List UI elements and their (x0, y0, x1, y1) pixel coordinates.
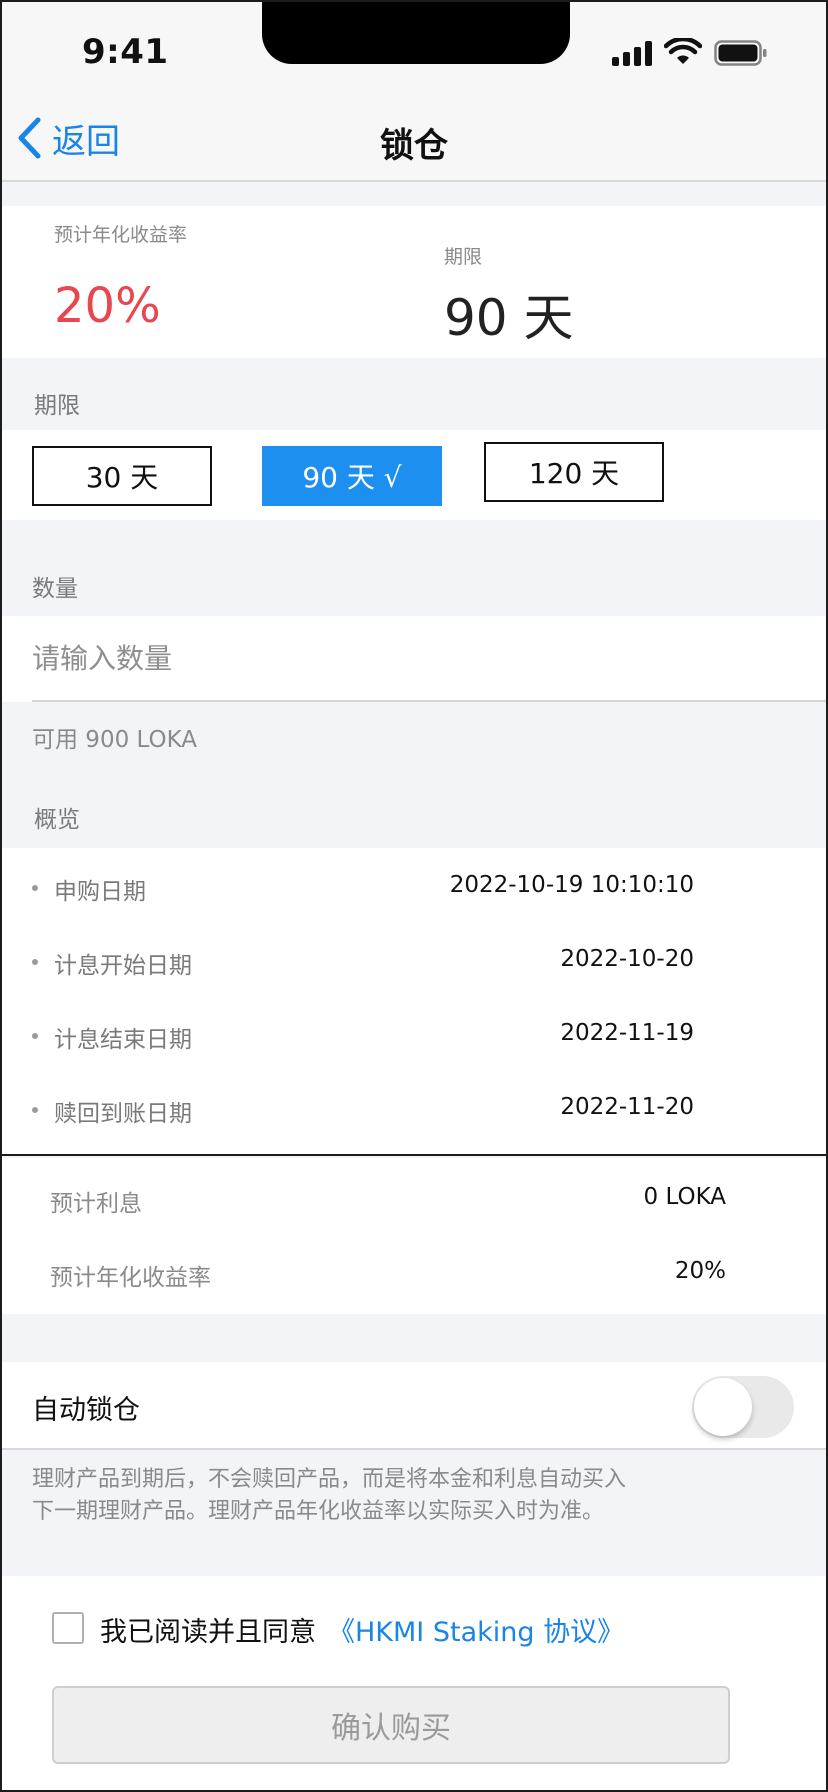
overview-row-redeem-date: 赎回到账日期 2022-11-20 (2, 1090, 826, 1130)
auto-lock-row: 自动锁仓 (2, 1362, 826, 1450)
overview-value: 2022-10-20 (560, 946, 694, 972)
period-option-120[interactable]: 120 天 (484, 442, 664, 502)
estimated-rate-label: 预计年化收益率 (50, 1265, 211, 1291)
app-screen: 9:41 锁仓 返回 预计年化收益率 20% 期限 90 天 期限 30 天 9… (0, 0, 828, 1792)
overview-row-subscribe-date: 申购日期 2022-10-19 10:10:10 (2, 868, 826, 908)
auto-lock-description-line-1: 理财产品到期后，不会赎回产品，而是将本金和利息自动买入 (32, 1467, 627, 1492)
battery-icon (714, 40, 767, 66)
period-option-90[interactable]: 90 天 √ (262, 446, 442, 506)
overview-value: 2022-11-20 (560, 1094, 694, 1120)
auto-lock-description: 理财产品到期后，不会赎回产品，而是将本金和利息自动买入 下一期理财产品。理财产品… (32, 1464, 732, 1528)
agreement-checkbox[interactable] (52, 1612, 84, 1644)
back-button[interactable]: 返回 (16, 116, 120, 162)
summary-card: 预计年化收益率 20% 期限 90 天 (2, 206, 826, 358)
bullet-dot (32, 1107, 38, 1113)
agreement-text: 我已阅读并且同意 (100, 1617, 316, 1648)
quantity-row (2, 616, 826, 702)
auto-lock-description-line-2: 下一期理财产品。理财产品年化收益率以实际买入时为准。 (32, 1499, 605, 1524)
agreement-link[interactable]: 《HKMI Staking 协议》 (328, 1610, 624, 1649)
summary-rate-label: 预计年化收益率 (54, 224, 188, 246)
confirm-purchase-button[interactable]: 确认购买 (52, 1686, 730, 1764)
quantity-input[interactable] (32, 616, 826, 702)
back-label: 返回 (52, 121, 120, 162)
estimated-interest-label: 预计利息 (50, 1191, 142, 1217)
overview-value: 2022-10-19 10:10:10 (449, 872, 694, 898)
period-options: 30 天 90 天 √ 120 天 (2, 430, 826, 520)
summary-term-label: 期限 (444, 246, 483, 268)
quantity-section-label: 数量 (32, 576, 78, 602)
estimate-card: 预计利息 0 LOKA 预计年化收益率 20% (2, 1158, 826, 1314)
overview-label: 计息结束日期 (54, 1027, 192, 1053)
overview-value: 2022-11-19 (560, 1020, 694, 1046)
device-notch (262, 2, 570, 64)
period-option-30[interactable]: 30 天 (32, 446, 212, 506)
overview-label: 申购日期 (54, 879, 146, 905)
overview-row-interest-start: 计息开始日期 2022-10-20 (2, 942, 826, 982)
toggle-knob (694, 1378, 752, 1436)
status-bar: 9:41 (2, 2, 826, 94)
summary-rate-value: 20% (54, 278, 161, 334)
cellular-signal-icon (612, 40, 652, 66)
overview-row-interest-end: 计息结束日期 2022-11-19 (2, 1016, 826, 1056)
status-time: 9:41 (82, 32, 169, 72)
estimated-interest-value: 0 LOKA (643, 1184, 726, 1210)
bullet-dot (32, 885, 38, 891)
auto-lock-label: 自动锁仓 (32, 1395, 140, 1426)
nav-bar: 锁仓 返回 (2, 94, 826, 182)
chevron-left-icon (18, 117, 41, 159)
page-title: 锁仓 (380, 126, 448, 166)
overview-card: 申购日期 2022-10-19 10:10:10 计息开始日期 2022-10-… (2, 848, 826, 1156)
overview-label: 赎回到账日期 (54, 1101, 192, 1127)
bullet-dot (32, 959, 38, 965)
auto-lock-toggle[interactable] (692, 1376, 794, 1438)
agreement-card: 我已阅读并且同意 《HKMI Staking 协议》 确认购买 (2, 1576, 826, 1790)
summary-term-value: 90 天 (444, 289, 574, 347)
wifi-icon (664, 38, 702, 64)
available-balance: 可用 900 LOKA (32, 727, 198, 753)
bullet-dot (32, 1033, 38, 1039)
estimated-rate-value: 20% (674, 1258, 726, 1284)
overview-section-label: 概览 (34, 807, 80, 833)
overview-label: 计息开始日期 (54, 953, 192, 979)
period-section-label: 期限 (34, 393, 80, 419)
